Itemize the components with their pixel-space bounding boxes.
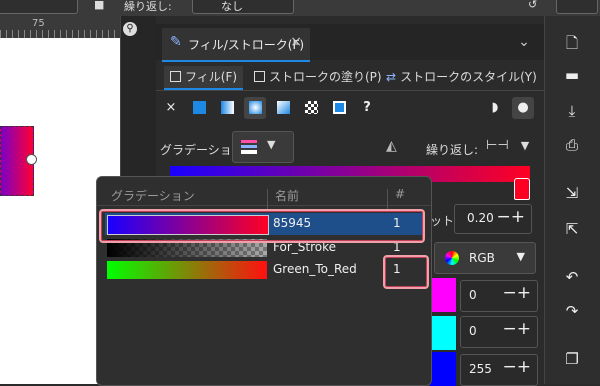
linear-gradient-icon [220, 101, 234, 114]
red-channel-value: 0 [469, 288, 477, 302]
open-folder-icon[interactable]: ▬ [563, 66, 581, 84]
commands-bar: 🗋 ▬ ⤓ ⎙ ⇲ ⇱ ↶ ↷ ❐ [544, 16, 600, 384]
offset-value: 0.20 [467, 211, 494, 225]
swatch-button[interactable] [328, 97, 350, 119]
column-divider [267, 189, 268, 211]
tab-fill[interactable]: フィル(F) [164, 66, 244, 90]
copy-icon[interactable]: ❐ [563, 350, 581, 368]
column-header-gradient: グラデーション [111, 189, 195, 203]
color-mode-value: RGB [469, 251, 495, 265]
unset-paint-button[interactable]: ? [356, 97, 378, 119]
blue-channel-spinbox[interactable]: 255 −+ [460, 354, 538, 386]
column-divider [387, 189, 388, 211]
ruler-number: 75 [32, 18, 45, 29]
gradient-list-popup: グラデーション 名前 # 85945 1 For_Stroke 1 Green_… [96, 176, 432, 386]
chevron-down-icon[interactable]: ⌄ [512, 30, 536, 54]
ruler-ticks [0, 30, 120, 38]
green-channel-swatch [430, 316, 456, 350]
toolbar-button-right[interactable] [556, 0, 598, 14]
stepper-icon[interactable]: −+ [503, 319, 532, 339]
gradient-swatch [107, 261, 267, 279]
save-icon[interactable]: ⤓ [563, 102, 581, 120]
gradient-handle[interactable] [26, 154, 37, 165]
tab-stroke-paint-label: ストロークの塗り(P) [269, 70, 382, 84]
color-wheel-icon [445, 251, 459, 265]
tab-stroke-style-label: ストロークのスタイル(Y) [400, 70, 537, 84]
stroke-paint-checkbox-icon [254, 71, 265, 82]
gradient-selector-dropdown[interactable]: ▼ [232, 131, 294, 163]
mesh-gradient-button[interactable] [272, 97, 294, 119]
undo-icon[interactable]: ↶ [563, 268, 581, 286]
highlight-count-cell [383, 255, 429, 289]
stroke-style-icon: ⇄ [386, 70, 397, 84]
redo-icon[interactable]: ↷ [563, 302, 581, 320]
tab-stroke-paint[interactable]: ストロークの塗り(P) [254, 66, 382, 88]
new-doc-icon[interactable]: 🗋 [563, 34, 581, 52]
swatch-icon [332, 101, 346, 114]
column-header-count: # [395, 187, 406, 201]
offset-spinbox[interactable]: 0.20 −+ [454, 204, 532, 234]
color-mode-dropdown[interactable]: RGB ▼ [434, 242, 536, 274]
red-channel-swatch [430, 278, 456, 312]
repeat-mode-icon: ⊢⊣ [486, 138, 509, 153]
repeat-value: なし [221, 0, 243, 13]
tab-fill-label: フィル(F) [185, 70, 238, 84]
tab-stroke-style[interactable]: ⇄ ストロークのスタイル(Y) [386, 66, 537, 88]
close-icon[interactable]: × [290, 34, 302, 50]
top-toolbar: ■ 繰り返し: なし ↺ [0, 0, 600, 16]
pattern-icon [304, 101, 318, 114]
curve-icon[interactable]: ↺ [528, 0, 537, 11]
mesh-gradient-icon [276, 101, 290, 114]
blue-channel-swatch [430, 352, 456, 386]
repeat-label: 繰り返し: [426, 143, 479, 157]
import-icon[interactable]: ⇲ [563, 184, 581, 202]
stepper-icon[interactable]: −+ [503, 283, 532, 303]
tab-label: フィル/ストローク(F) [188, 38, 305, 52]
caret-down-icon: ▼ [520, 139, 530, 152]
print-icon[interactable]: ⎙ [563, 136, 581, 154]
toolbar-dropdown[interactable] [0, 0, 78, 14]
reverse-gradient-icon[interactable]: ◭ [386, 138, 397, 154]
no-paint-button[interactable]: × [160, 97, 182, 119]
linear-gradient-button[interactable] [216, 97, 238, 119]
gradient-list-header: グラデーション 名前 # [97, 185, 431, 211]
repeat-label: 繰り返し: [124, 0, 172, 13]
blue-channel-value: 255 [469, 362, 492, 376]
stepper-icon[interactable]: −+ [503, 357, 532, 377]
column-header-name: 名前 [275, 189, 300, 203]
pattern-button[interactable] [300, 97, 322, 119]
gradient-stop-handle[interactable] [514, 178, 530, 200]
checkbox-icon[interactable]: ■ [94, 0, 104, 11]
brush-icon: ✎ [170, 34, 182, 50]
flat-color-icon [192, 101, 206, 114]
fill-checkbox-icon [170, 71, 181, 82]
tab-fill-stroke[interactable]: ✎ フィル/ストローク(F) × [162, 28, 310, 62]
radial-gradient-icon [248, 101, 262, 114]
repeat-mode-dropdown[interactable]: ⊢⊣ ▼ [486, 138, 529, 153]
green-channel-value: 0 [469, 324, 477, 338]
snap-icon[interactable]: ⚲ [123, 22, 137, 36]
flat-color-button[interactable] [188, 97, 210, 119]
fill-rule-evenodd-icon[interactable]: ◗ [484, 97, 506, 119]
export-icon[interactable]: ⇱ [563, 220, 581, 238]
highlight-selected-row [99, 209, 425, 243]
gradient-name: Green_To_Red [273, 262, 357, 276]
fill-rule-nonzero-icon[interactable]: ● [512, 97, 534, 119]
repeat-dropdown[interactable]: なし [192, 0, 294, 14]
radial-gradient-button[interactable] [244, 97, 266, 119]
caret-down-icon: ▼ [516, 250, 525, 263]
gradient-library-icon [241, 140, 257, 154]
caret-down-icon: ▼ [267, 138, 276, 151]
fill-stroke-subtabs: フィル(F) ストロークの塗り(P) ⇄ ストロークのスタイル(Y) [156, 62, 544, 91]
gradient-row-green-to-red[interactable]: Green_To_Red 1 [105, 259, 423, 281]
horizontal-ruler: 75 [0, 16, 120, 39]
stepper-icon[interactable]: −+ [497, 207, 526, 227]
red-channel-spinbox[interactable]: 0 −+ [460, 280, 538, 312]
green-channel-spinbox[interactable]: 0 −+ [460, 316, 538, 348]
